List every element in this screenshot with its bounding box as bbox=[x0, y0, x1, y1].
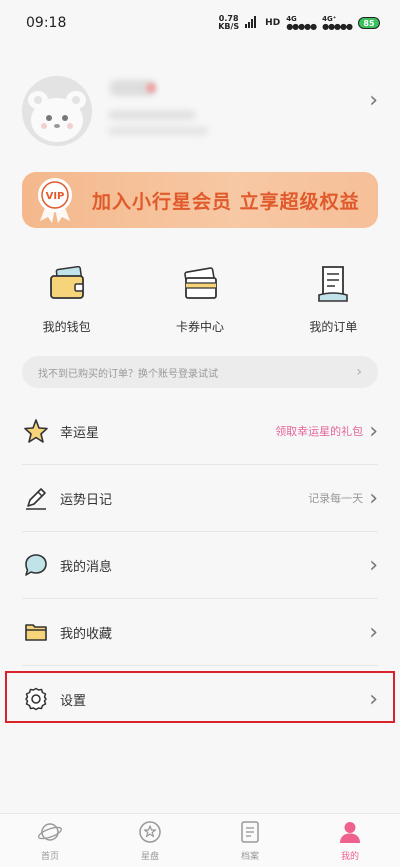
order-icon bbox=[313, 264, 353, 304]
menu-item-favorites[interactable]: 我的收藏 › bbox=[0, 599, 400, 665]
tab-label-astro-chart: 星盘 bbox=[140, 852, 159, 862]
menu-label-favorites: 我的收藏 bbox=[60, 626, 113, 642]
menu-label-fortune-diary: 运势日记 bbox=[60, 492, 113, 508]
menu-item-messages[interactable]: 我的消息 › bbox=[0, 532, 400, 598]
vip-banner[interactable]: VIP 加入小行星会员 立享超级权益 bbox=[22, 172, 378, 228]
message-icon bbox=[22, 551, 50, 579]
status-time: 09:18 bbox=[26, 15, 67, 31]
vip-medal-icon: VIP bbox=[34, 177, 76, 223]
quick-item-cards[interactable]: 卡券中心 bbox=[133, 264, 266, 344]
menu-label-messages: 我的消息 bbox=[60, 559, 113, 575]
hint-text: 找不到已购买的订单？换个账号登录试试 bbox=[38, 368, 218, 380]
chevron-right-icon: › bbox=[369, 418, 378, 444]
chevron-right-icon: › bbox=[369, 552, 378, 578]
net-speed-unit: KB/S bbox=[218, 22, 240, 31]
status-indicators: 0.78 KB/S HD 4G ●●●●● 4G⁺ ●●●●● 85 bbox=[218, 15, 380, 31]
signal-2-bars: ●●●●● bbox=[322, 22, 353, 31]
quick-label-wallet: 我的钱包 bbox=[42, 320, 91, 334]
wallet-icon bbox=[47, 264, 87, 304]
profile-icon bbox=[337, 819, 363, 845]
hd-indicator: HD bbox=[265, 18, 281, 28]
bottom-tab-bar: 首页 星盘 档案 我的 bbox=[0, 813, 400, 867]
vip-medal-text: VIP bbox=[46, 191, 65, 202]
net-speed: 0.78 KB/S bbox=[218, 15, 239, 31]
signal-1-bars: ●●●●● bbox=[286, 22, 317, 31]
menu-item-lucky-star[interactable]: 幸运星 领取幸运星的礼包 › bbox=[0, 398, 400, 464]
switch-account-hint[interactable]: 找不到已购买的订单？换个账号登录试试 › bbox=[22, 356, 378, 388]
planet-icon bbox=[37, 819, 63, 845]
battery-icon: 85 bbox=[358, 17, 380, 29]
avatar[interactable] bbox=[22, 76, 92, 146]
signal-2: 4G⁺ ●●●●● bbox=[322, 16, 353, 31]
folder-icon bbox=[22, 618, 50, 646]
tab-label-archive: 档案 bbox=[240, 852, 259, 862]
settings-highlight-box bbox=[5, 671, 395, 723]
tab-archive[interactable]: 档案 bbox=[200, 814, 300, 867]
nickname-badge bbox=[146, 83, 156, 93]
status-bar: 09:18 0.78 KB/S HD 4G ●●●●● 4G⁺ ●●●●● 85 bbox=[0, 0, 400, 46]
tab-home[interactable]: 首页 bbox=[0, 814, 100, 867]
chevron-right-icon: › bbox=[356, 364, 362, 380]
chevron-right-icon: › bbox=[369, 619, 378, 645]
profile-header[interactable]: › bbox=[0, 66, 400, 146]
menu-extra-fortune-diary: 记录每一天 bbox=[308, 492, 364, 505]
quick-label-cards: 卡券中心 bbox=[175, 320, 224, 334]
wifi-icon bbox=[245, 15, 259, 31]
pencil-icon bbox=[22, 484, 50, 512]
user-id-blurred bbox=[108, 110, 196, 120]
menu-extra-lucky-star: 领取幸运星的礼包 bbox=[275, 425, 364, 438]
vip-banner-text: 加入小行星会员 立享超级权益 bbox=[92, 190, 360, 213]
quick-item-wallet[interactable]: 我的钱包 bbox=[0, 264, 133, 344]
quick-actions: 我的钱包 卡券中心 我的订单 bbox=[0, 264, 400, 344]
signal-1: 4G ●●●●● bbox=[286, 16, 317, 31]
menu-label-lucky-star: 幸运星 bbox=[60, 425, 100, 441]
archive-icon bbox=[237, 819, 263, 845]
quick-label-orders: 我的订单 bbox=[309, 320, 358, 334]
chevron-right-icon: › bbox=[369, 485, 378, 511]
tab-label-home: 首页 bbox=[40, 852, 59, 862]
menu-item-fortune-diary[interactable]: 运势日记 记录每一天 › bbox=[0, 465, 400, 531]
star-icon bbox=[22, 417, 50, 445]
tab-label-profile: 我的 bbox=[340, 852, 359, 862]
tab-profile[interactable]: 我的 bbox=[300, 814, 400, 867]
user-bio-blurred bbox=[108, 126, 208, 136]
astro-chart-icon bbox=[137, 819, 163, 845]
card-icon bbox=[180, 264, 220, 304]
tab-astro-chart[interactable]: 星盘 bbox=[100, 814, 200, 867]
chevron-right-icon: › bbox=[369, 88, 378, 113]
quick-item-orders[interactable]: 我的订单 bbox=[267, 264, 400, 344]
